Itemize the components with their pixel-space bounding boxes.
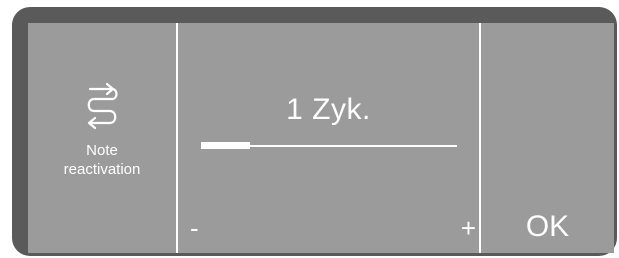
slider-fill <box>201 142 250 149</box>
decrease-button[interactable]: - <box>190 213 220 243</box>
note-label-line1: Note <box>86 142 118 159</box>
cycle-value: 1 Zyk. <box>286 93 371 126</box>
lcd-screen: Note reactivation 1 Zyk. - + OK <box>28 23 614 253</box>
reactivation-panel[interactable]: Note reactivation <box>28 23 176 253</box>
note-reactivation-label: Note reactivation <box>28 141 176 179</box>
increase-button[interactable]: + <box>446 213 476 243</box>
reactivation-loop-icon <box>82 81 122 131</box>
left-divider <box>176 23 178 253</box>
ok-button[interactable]: OK <box>481 209 614 249</box>
display-bezel: Note reactivation 1 Zyk. - + OK <box>12 7 617 256</box>
note-label-line2: reactivation <box>63 161 141 178</box>
cycle-slider[interactable] <box>201 141 457 151</box>
